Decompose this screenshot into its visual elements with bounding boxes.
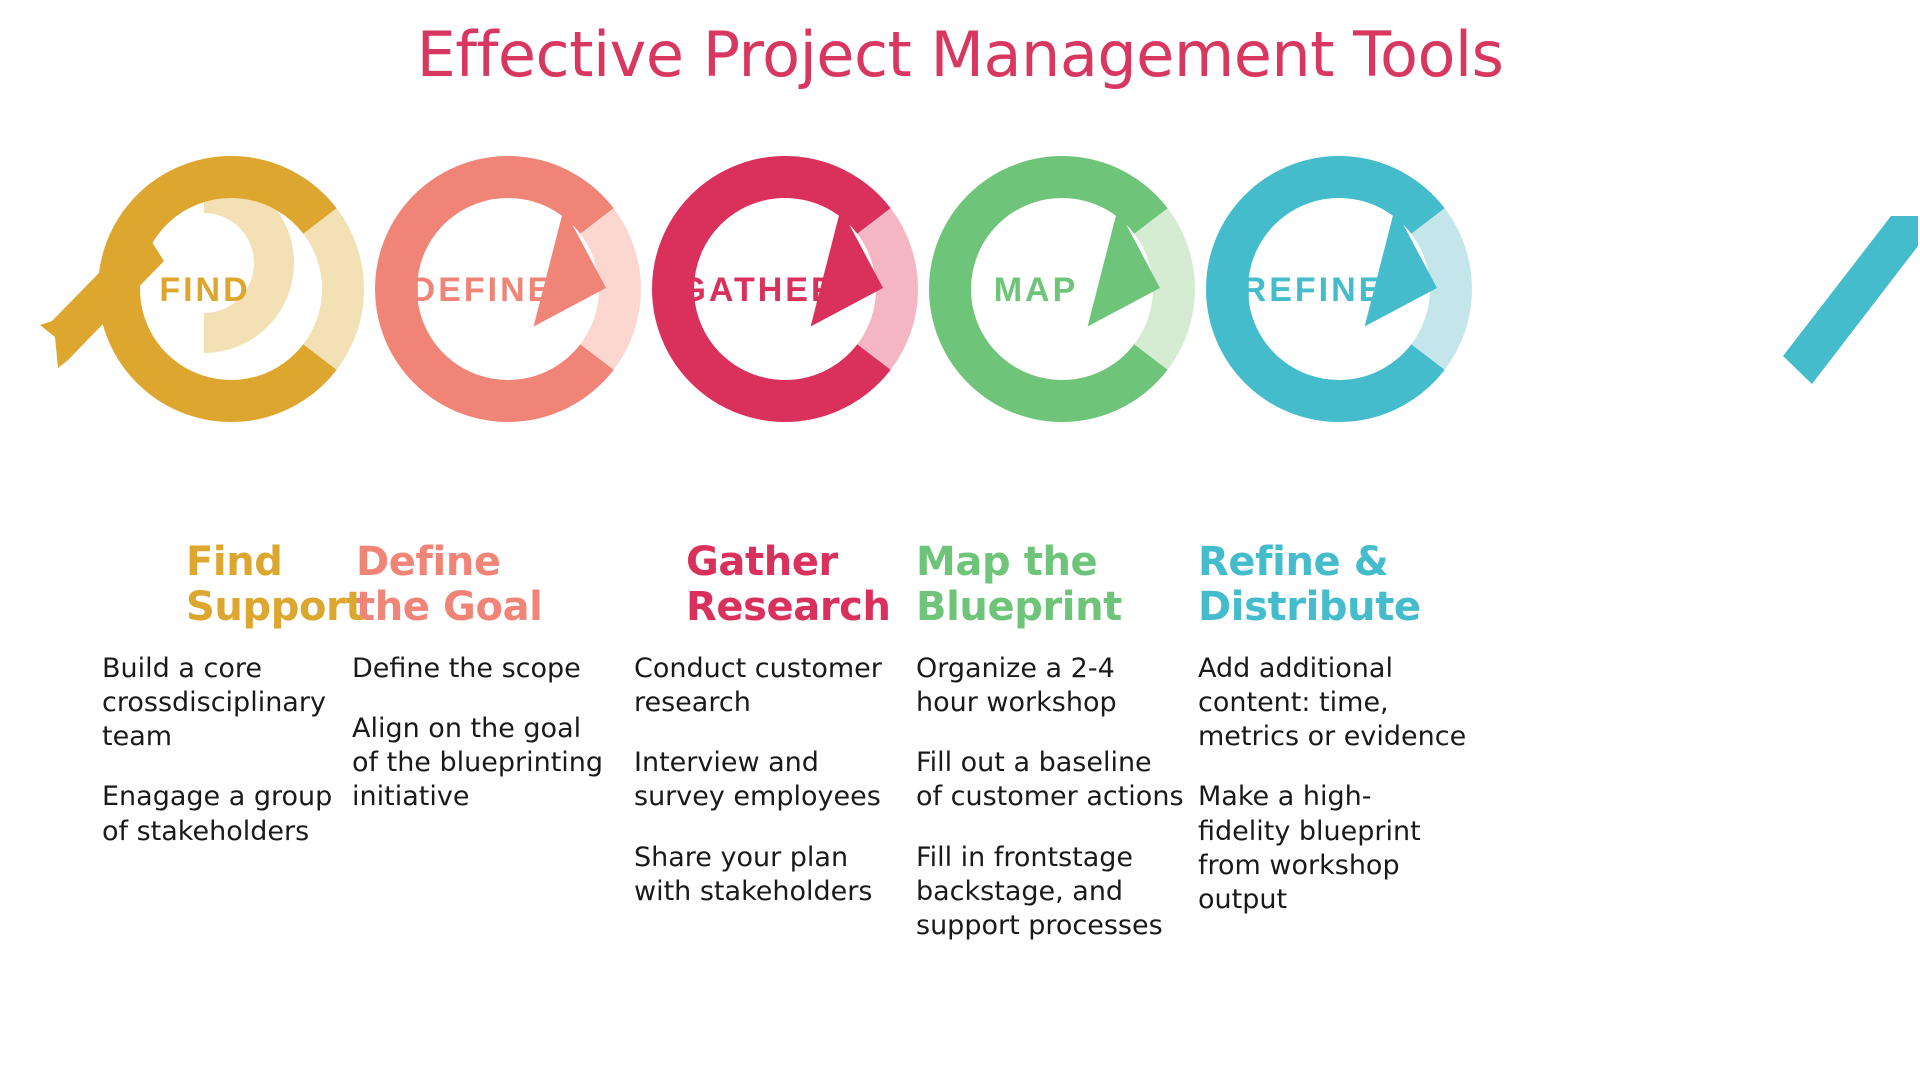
step-bullets-find: Build a core crossdisciplinary team Enag… bbox=[102, 652, 352, 849]
list-item: Add additional content: time, metrics or… bbox=[1198, 652, 1467, 753]
circle-arrow-chain: FIND DEFINE GATHER MAP REFINE bbox=[40, 156, 1918, 422]
step-bullets-define: Define the scope Align on the goal of th… bbox=[352, 652, 634, 815]
step-bullets-refine: Add additional content: time, metrics or… bbox=[1198, 652, 1498, 918]
define-ring-label: DEFINE bbox=[411, 271, 554, 309]
step-column-find: Find Support Build a core crossdisciplin… bbox=[0, 539, 365, 849]
list-item: Make a high- fidelity blueprint from wor… bbox=[1198, 781, 1421, 916]
list-item: Organize a 2-4 hour workshop bbox=[916, 652, 1117, 718]
list-item: Enagage a group of stakeholders bbox=[102, 781, 333, 847]
list-item: Interview and survey employees bbox=[634, 747, 881, 813]
step-heading-find: Find Support bbox=[186, 539, 365, 630]
step-column-map: Map the Blueprint Organize a 2-4 hour wo… bbox=[916, 540, 1198, 944]
step-circle-gather[interactable]: GATHER bbox=[652, 156, 918, 422]
step-bullets-map: Organize a 2-4 hour workshop Fill out a … bbox=[916, 652, 1198, 944]
step-circle-map[interactable]: MAP bbox=[929, 156, 1195, 422]
steps-detail-columns: Find Support Build a core crossdisciplin… bbox=[0, 540, 1920, 1080]
list-item: Conduct customer research bbox=[634, 652, 882, 718]
step-bullets-gather: Conduct customer research Interview and … bbox=[634, 652, 916, 910]
step-heading-gather: Gather Research bbox=[686, 539, 891, 630]
list-item: Share your plan with stakeholders bbox=[634, 841, 873, 907]
list-item: Define the scope bbox=[352, 652, 581, 684]
refine-tail bbox=[1783, 216, 1918, 384]
step-column-gather: Gather Research Conduct customer researc… bbox=[634, 540, 916, 909]
step-column-refine: Refine & Distribute Add additional conte… bbox=[1198, 540, 1498, 918]
find-ring-label: FIND bbox=[159, 271, 250, 309]
list-item: Align on the goal of the blueprinting in… bbox=[352, 712, 604, 813]
process-flow-diagram: FIND DEFINE GATHER MAP REFINE bbox=[0, 128, 1920, 448]
list-item: Fill out a baseline of customer actions bbox=[916, 747, 1184, 813]
list-item: Build a core crossdisciplinary team bbox=[102, 652, 326, 753]
map-ring-label: MAP bbox=[994, 271, 1079, 309]
step-heading-define: Define the Goal bbox=[356, 539, 543, 630]
page-title: Effective Project Management Tools bbox=[416, 18, 1504, 91]
gather-ring-label: GATHER bbox=[679, 271, 838, 309]
step-circle-define[interactable]: DEFINE bbox=[375, 156, 641, 422]
step-column-define: Define the Goal Define the scope Align o… bbox=[352, 540, 634, 815]
step-heading-map: Map the Blueprint bbox=[916, 539, 1122, 630]
step-circle-refine[interactable]: REFINE bbox=[1206, 156, 1918, 422]
find-ring-overlap bbox=[302, 208, 364, 370]
list-item: Fill in frontstage backstage, and suppor… bbox=[916, 841, 1163, 942]
refine-ring-label: REFINE bbox=[1242, 271, 1385, 309]
step-circle-find[interactable]: FIND bbox=[40, 156, 364, 422]
step-heading-refine: Refine & Distribute bbox=[1198, 539, 1421, 630]
